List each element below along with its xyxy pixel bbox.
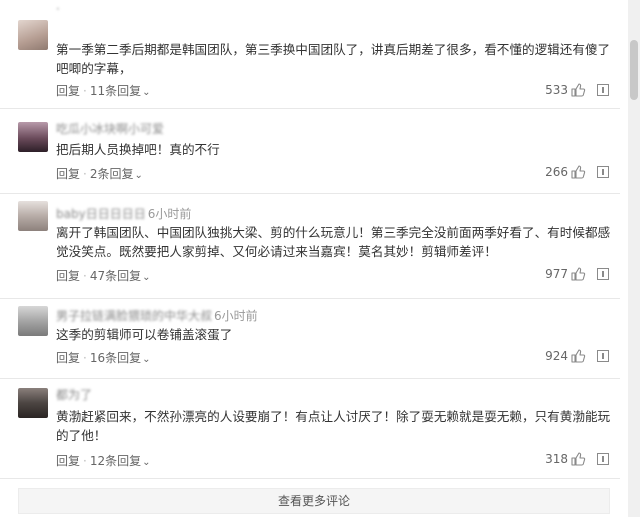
scrollbar-thumb[interactable] xyxy=(630,40,638,100)
like-count: 318 xyxy=(545,452,568,466)
comment-actions: 回复 · 47条回复⌄ xyxy=(56,267,151,284)
thumbs-up-icon[interactable] xyxy=(570,82,586,98)
reply-button[interactable]: 回复 xyxy=(56,84,80,98)
thumbs-up-icon[interactable] xyxy=(570,164,586,180)
comment-item: 都为了 黄渤赶紧回来，不然孙漂亮的人设要崩了！有点让人讨厌了！除了耍无赖就是耍无… xyxy=(0,378,620,479)
load-more-comments-button[interactable]: 查看更多评论 xyxy=(18,488,610,514)
report-icon[interactable] xyxy=(597,268,609,280)
like-count: 533 xyxy=(545,83,568,97)
like-area: 533 xyxy=(500,83,610,99)
reply-button[interactable]: 回复 xyxy=(56,167,80,181)
username-text[interactable]: 都为了 xyxy=(56,388,92,402)
chevron-down-icon[interactable]: ⌄ xyxy=(142,457,150,468)
comment-feed: · 第一季第二季后期都是韩国团队，第三季换中国团队了，讲真后期差了很多，看不懂的… xyxy=(0,0,640,517)
comment-item: baby日日日日日 6小时前 离开了韩国团队、中国团队独挑大梁、剪的什么玩意儿！第… xyxy=(0,193,620,299)
report-icon[interactable] xyxy=(597,84,609,96)
comment-actions: 回复 · 12条回复⌄ xyxy=(56,452,151,469)
comment-text: 第一季第二季后期都是韩国团队，第三季换中国团队了，讲真后期差了很多，看不懂的逻辑… xyxy=(56,42,611,76)
username-text[interactable]: 吃瓜小冰块啊小可爱 xyxy=(56,122,164,136)
comment-text: 把后期人员换掉吧！真的不行 xyxy=(56,142,220,157)
thumbs-up-icon[interactable] xyxy=(570,348,586,364)
action-separator: · xyxy=(83,167,87,181)
like-area: 318 xyxy=(500,452,610,468)
action-separator: · xyxy=(83,84,87,98)
comment-actions: 回复 · 16条回复⌄ xyxy=(56,349,151,366)
report-icon[interactable] xyxy=(597,166,609,178)
scrollbar[interactable] xyxy=(628,0,640,517)
comment-item: 男子拉链满脸猥琐的中华大叔 6小时前 这季的剪辑师可以卷铺盖滚蛋了 回复 · 16条回… xyxy=(0,298,620,379)
username-text[interactable]: baby日日日日日 xyxy=(56,207,146,221)
comment-actions: 回复 · 2条回复⌄ xyxy=(56,165,143,182)
thumbs-up-icon[interactable] xyxy=(570,451,586,467)
comment-username[interactable]: baby日日日日日 6小时前 xyxy=(56,205,191,222)
chevron-down-icon[interactable]: ⌄ xyxy=(142,87,150,98)
view-replies-button[interactable]: 2条回复⌄ xyxy=(90,167,143,181)
comment-item: · 第一季第二季后期都是韩国团队，第三季换中国团队了，讲真后期差了很多，看不懂的… xyxy=(0,0,620,109)
chevron-down-icon[interactable]: ⌄ xyxy=(142,354,150,365)
reply-button[interactable]: 回复 xyxy=(56,269,80,283)
view-replies-button[interactable]: 12条回复⌄ xyxy=(90,454,151,468)
report-icon[interactable] xyxy=(597,453,609,465)
comment-actions: 回复 · 11条回复⌄ xyxy=(56,82,151,99)
action-separator: · xyxy=(83,351,87,365)
avatar[interactable] xyxy=(18,20,48,50)
chevron-down-icon[interactable]: ⌄ xyxy=(134,170,142,181)
comment-text: 黄渤赶紧回来，不然孙漂亮的人设要崩了！有点让人讨厌了！除了耍无赖就是耍无赖，只有… xyxy=(56,409,611,443)
chevron-down-icon[interactable]: ⌄ xyxy=(142,272,150,283)
reply-button[interactable]: 回复 xyxy=(56,454,80,468)
like-area: 977 xyxy=(500,267,610,283)
comment-username[interactable]: 吃瓜小冰块啊小可爱 xyxy=(56,120,164,137)
comment-time: 6小时前 xyxy=(214,309,258,323)
comment-time: 6小时前 xyxy=(147,207,192,221)
username-text[interactable]: 男子拉链满脸猥琐的中华大叔 xyxy=(56,309,212,323)
comment-username[interactable]: · xyxy=(56,2,60,16)
thumbs-up-icon[interactable] xyxy=(570,266,586,282)
action-separator: · xyxy=(83,269,87,283)
like-count: 266 xyxy=(545,165,568,179)
replies-count[interactable]: 12条回复 xyxy=(90,454,141,468)
replies-count[interactable]: 11条回复 xyxy=(90,84,141,98)
comment-item: 吃瓜小冰块啊小可爱 把后期人员换掉吧！真的不行 回复 · 2条回复⌄ 266 xyxy=(0,108,620,194)
view-replies-button[interactable]: 47条回复⌄ xyxy=(90,269,151,283)
like-count: 977 xyxy=(545,267,568,281)
replies-count[interactable]: 16条回复 xyxy=(90,351,141,365)
comment-text: 这季的剪辑师可以卷铺盖滚蛋了 xyxy=(56,327,233,342)
avatar[interactable] xyxy=(18,388,48,418)
replies-count[interactable]: 47条回复 xyxy=(90,269,141,283)
comment-username[interactable]: 都为了 xyxy=(56,386,92,403)
action-separator: · xyxy=(83,454,87,468)
reply-button[interactable]: 回复 xyxy=(56,351,80,365)
report-icon[interactable] xyxy=(597,350,609,362)
view-replies-button[interactable]: 11条回复⌄ xyxy=(90,84,151,98)
avatar[interactable] xyxy=(18,306,48,336)
comment-username[interactable]: 男子拉链满脸猥琐的中华大叔 6小时前 xyxy=(56,307,258,324)
avatar[interactable] xyxy=(18,201,48,231)
avatar[interactable] xyxy=(18,122,48,152)
comment-text: 离开了韩国团队、中国团队独挑大梁、剪的什么玩意儿！第三季完全没前面两季好看了、有… xyxy=(56,225,611,259)
like-area: 266 xyxy=(500,165,610,181)
username-text[interactable]: · xyxy=(56,2,60,16)
like-count: 924 xyxy=(545,349,568,363)
like-area: 924 xyxy=(500,349,610,365)
view-replies-button[interactable]: 16条回复⌄ xyxy=(90,351,151,365)
replies-count[interactable]: 2条回复 xyxy=(90,167,134,181)
